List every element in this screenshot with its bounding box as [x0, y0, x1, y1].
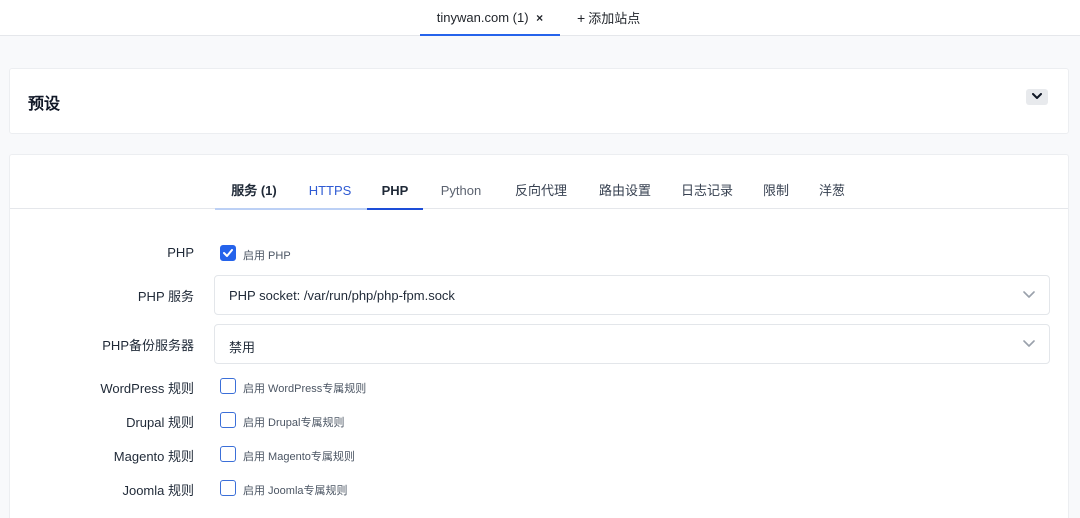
drupal-rules-label: Drupal 规则: [126, 415, 194, 430]
close-icon[interactable]: ×: [536, 11, 543, 25]
settings-card: 服务 (1) HTTPS PHP Python 反向代理 路由设置 日志记录 限…: [9, 154, 1069, 518]
magento-rules-label: Magento 规则: [113, 449, 194, 464]
joomla-rules-checkbox[interactable]: [220, 480, 236, 496]
tab-reverse-proxy[interactable]: 反向代理: [506, 155, 576, 209]
add-site-label: 添加站点: [588, 11, 641, 26]
joomla-rules-check-label: 启用 Joomla专属规则: [243, 485, 348, 497]
tab-https[interactable]: HTTPS: [293, 155, 367, 210]
magento-rules-check-label: 启用 Magento专属规则: [243, 451, 355, 463]
site-tab-bar: tinywan.com (1) × + 添加站点: [0, 0, 1080, 36]
settings-tab-bar: 服务 (1) HTTPS PHP Python 反向代理 路由设置 日志记录 限…: [10, 155, 1068, 210]
tab-php[interactable]: PHP: [367, 155, 423, 210]
php-backup-select[interactable]: 禁用: [214, 324, 1050, 364]
chevron-down-icon: [1023, 340, 1035, 347]
chevron-down-icon: [1023, 291, 1035, 298]
php-service-select[interactable]: PHP socket: /var/run/php/php-fpm.sock: [214, 275, 1050, 315]
wordpress-rules-check-label: 启用 WordPress专属规则: [243, 383, 367, 395]
magento-rules-checkbox[interactable]: [220, 446, 236, 462]
add-site-button[interactable]: + 添加站点: [577, 0, 640, 36]
php-label: PHP: [167, 245, 194, 260]
drupal-rules-check-label: 启用 Drupal专属规则: [243, 417, 345, 429]
php-backup-label: PHP备份服务器: [102, 338, 194, 353]
tab-limits[interactable]: 限制: [754, 155, 798, 209]
check-icon: [223, 249, 233, 257]
preset-title: 预设: [28, 96, 61, 113]
wordpress-rules-checkbox[interactable]: [220, 378, 236, 394]
enable-php-checkbox[interactable]: [220, 245, 236, 261]
site-tab-tinywan[interactable]: tinywan.com (1) ×: [420, 0, 560, 36]
enable-php-label: 启用 PHP: [243, 250, 291, 262]
joomla-rules-label: Joomla 规则: [122, 483, 194, 498]
preset-toggle-button[interactable]: [1026, 89, 1048, 105]
site-tab-label: tinywan.com (1): [436, 10, 529, 25]
tab-python[interactable]: Python: [430, 155, 492, 209]
php-service-value: PHP socket: /var/run/php/php-fpm.sock: [229, 288, 455, 303]
preset-card: 预设: [9, 68, 1069, 134]
php-backup-value: 禁用: [229, 340, 256, 355]
tab-routing[interactable]: 路由设置: [590, 155, 660, 209]
tab-service[interactable]: 服务 (1): [215, 155, 293, 210]
plus-icon: +: [577, 10, 586, 26]
wordpress-rules-label: WordPress 规则: [100, 381, 194, 396]
drupal-rules-checkbox[interactable]: [220, 412, 236, 428]
chevron-down-icon: [1032, 93, 1042, 99]
php-service-label: PHP 服务: [137, 289, 194, 304]
tab-logging[interactable]: 日志记录: [672, 155, 742, 209]
tab-onion[interactable]: 洋葱: [810, 155, 854, 209]
